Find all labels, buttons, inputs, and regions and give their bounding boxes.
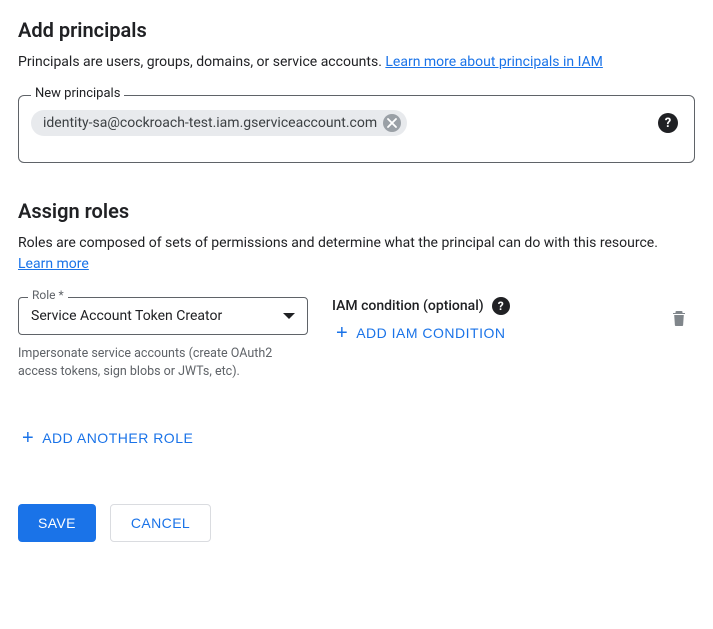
trash-icon[interactable] xyxy=(671,309,687,331)
help-icon[interactable]: ? xyxy=(658,113,678,133)
role-select[interactable]: Service Account Token Creator xyxy=(18,297,308,335)
save-button[interactable]: SAVE xyxy=(18,504,96,542)
add-iam-condition-label: ADD IAM CONDITION xyxy=(356,325,505,341)
chevron-down-icon xyxy=(283,313,295,319)
learn-more-roles-link[interactable]: Learn more xyxy=(18,256,89,272)
add-iam-condition-button[interactable]: + ADD IAM CONDITION xyxy=(332,315,509,351)
add-principals-heading: Add principals xyxy=(18,18,695,42)
assign-roles-desc: Roles are composed of sets of permission… xyxy=(18,233,695,275)
add-another-role-label: ADD ANOTHER ROLE xyxy=(42,430,193,446)
cancel-button[interactable]: CANCEL xyxy=(110,504,211,542)
footer-actions: SAVE CANCEL xyxy=(18,504,695,542)
new-principals-field[interactable]: New principals identity-sa@cockroach-tes… xyxy=(18,95,695,163)
iam-condition-label: IAM condition (optional) xyxy=(332,298,484,314)
add-principals-desc: Principals are users, groups, domains, o… xyxy=(18,52,695,73)
add-another-role-button[interactable]: + ADD ANOTHER ROLE xyxy=(18,420,197,456)
role-row: Role * Service Account Token Creator Imp… xyxy=(18,297,695,380)
plus-icon: + xyxy=(336,323,348,343)
principal-chip-value: identity-sa@cockroach-test.iam.gservicea… xyxy=(43,115,377,131)
assign-roles-heading: Assign roles xyxy=(18,199,695,223)
learn-more-principals-link[interactable]: Learn more about principals in IAM xyxy=(385,54,602,70)
help-icon[interactable]: ? xyxy=(492,297,510,315)
new-principals-label: New principals xyxy=(31,86,124,101)
remove-chip-icon[interactable] xyxy=(383,114,401,132)
role-description: Impersonate service accounts (create OAu… xyxy=(18,345,308,380)
principal-chip: identity-sa@cockroach-test.iam.gservicea… xyxy=(31,110,407,136)
plus-icon: + xyxy=(22,428,34,448)
add-principals-desc-text: Principals are users, groups, domains, o… xyxy=(18,54,385,70)
role-select-value: Service Account Token Creator xyxy=(31,308,222,324)
assign-roles-desc-text: Roles are composed of sets of permission… xyxy=(18,235,658,251)
role-label: Role * xyxy=(28,288,68,302)
